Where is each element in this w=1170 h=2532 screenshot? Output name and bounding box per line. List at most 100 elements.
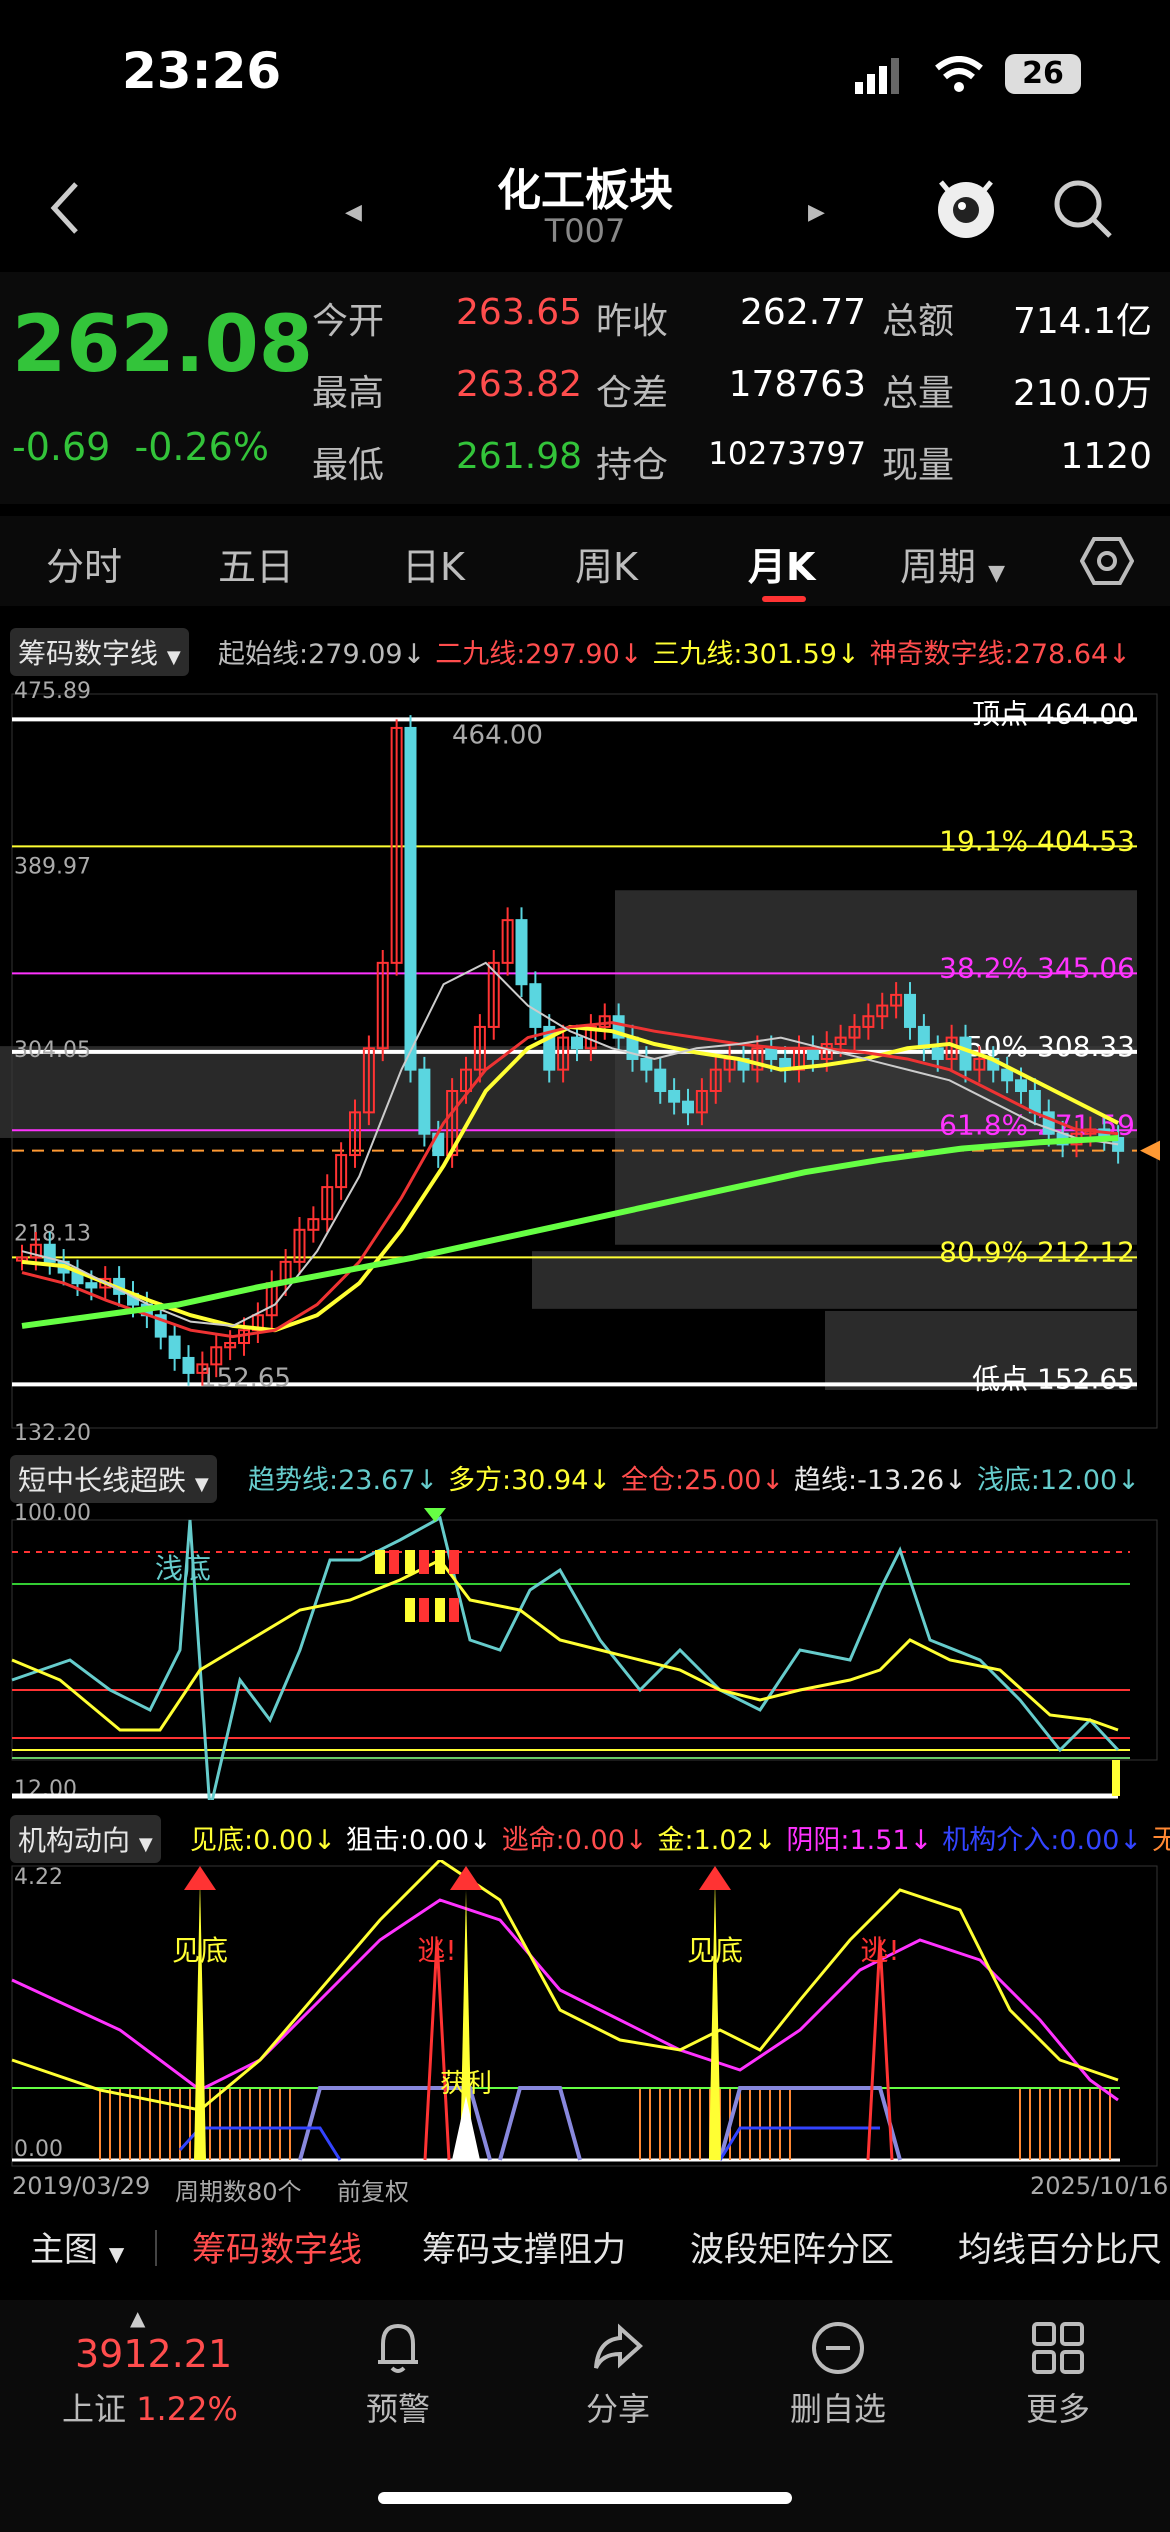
legend-item: 三九线:301.59↓ bbox=[652, 639, 860, 670]
legend-item: 起始线:279.09↓ bbox=[218, 639, 426, 670]
y-tick-label: 4.22 bbox=[14, 1865, 63, 1890]
legend-item: 逃命:0.00↓ bbox=[501, 1825, 648, 1856]
tab-minute[interactable]: 分时 bbox=[46, 536, 122, 591]
sub1-legend: 趋势线:23.67↓ 多方:30.94↓ 全仓:25.00↓ 趋线:-13.26↓ 浅底… bbox=[248, 1458, 1150, 1497]
divider bbox=[155, 2230, 157, 2266]
y-tick-label: 0.00 bbox=[14, 2137, 63, 2162]
candle bbox=[1001, 1068, 1014, 1082]
more-button[interactable]: 更多 bbox=[1018, 2320, 1098, 2430]
high-label: 464.00 bbox=[452, 720, 543, 750]
price-change: -0.69 -0.26% bbox=[12, 425, 269, 469]
share-button[interactable]: 分享 bbox=[578, 2320, 658, 2430]
signal-bar bbox=[435, 1598, 445, 1622]
share-label: 分享 bbox=[585, 2390, 650, 2428]
candle bbox=[640, 1057, 653, 1071]
legend-item: 多方:30.94↓ bbox=[448, 1465, 612, 1496]
y-tick-label: 100.00 bbox=[14, 1501, 91, 1526]
chevron-down-icon: ▼ bbox=[166, 647, 181, 668]
tab-wave-matrix[interactable]: 波段矩阵分区 bbox=[690, 2222, 894, 2271]
candle bbox=[515, 919, 528, 986]
sub1-chart[interactable]: 100.0012.00浅底 bbox=[0, 1500, 1170, 1800]
y-tick-label: 475.89 bbox=[14, 680, 91, 704]
legend-item: 二九线:297.90↓ bbox=[435, 639, 643, 670]
alert-label: 预警 bbox=[365, 2390, 430, 2428]
tab-chip-digit-line[interactable]: 筹码数字线 bbox=[192, 2222, 362, 2271]
index-value[interactable]: 3912.21 bbox=[75, 2332, 232, 2376]
quote-value: 1120 bbox=[1060, 436, 1152, 477]
axis-end-date: 2025/10/16 bbox=[1030, 2172, 1169, 2200]
next-arrow-icon[interactable]: ▶ bbox=[808, 200, 825, 225]
signal-icon bbox=[855, 58, 901, 98]
signal-bar bbox=[405, 1550, 415, 1574]
escape-tag: 逃! bbox=[860, 1934, 899, 1967]
remove-watchlist-button[interactable]: 删自选 bbox=[778, 2320, 898, 2430]
legend-item: 全仓:25.00↓ bbox=[621, 1465, 785, 1496]
battery-icon: 26 bbox=[1005, 54, 1081, 94]
bottom-tag: 见底 bbox=[172, 1934, 228, 1967]
purple-line bbox=[298, 2086, 902, 2161]
legend-item: 狙击:0.00↓ bbox=[345, 1825, 492, 1856]
candle bbox=[168, 1335, 181, 1359]
candle bbox=[85, 1282, 98, 1289]
tab-period[interactable]: 周期 ▼ bbox=[900, 536, 1005, 591]
quote-value: 261.98 bbox=[456, 436, 582, 477]
candle bbox=[529, 983, 542, 1028]
candle bbox=[806, 1047, 819, 1060]
axis-adjust: 前复权 bbox=[337, 2178, 409, 2206]
level-label: 低点 152.65 bbox=[972, 1362, 1135, 1395]
signal-bar bbox=[419, 1598, 429, 1622]
indicator-select-sub2[interactable]: 机构动向 ▼ bbox=[10, 1815, 161, 1863]
quote-label: 仓差 bbox=[596, 373, 669, 414]
legend-item: 见底:0.00↓ bbox=[190, 1825, 336, 1856]
mascot-icon[interactable] bbox=[935, 172, 997, 246]
bell-icon bbox=[378, 2323, 418, 2373]
level-label: 38.2% 345.06 bbox=[939, 951, 1135, 984]
index-name[interactable]: 上证 1.22% bbox=[62, 2384, 238, 2430]
level-label: 80.9% 212.12 bbox=[939, 1235, 1135, 1268]
indicator-select-main[interactable]: 筹码数字线 ▼ bbox=[10, 628, 189, 676]
tab-daily-k[interactable]: 日K bbox=[402, 536, 465, 591]
alert-button[interactable]: 预警 bbox=[358, 2320, 438, 2430]
tab-monthly-k[interactable]: 月K bbox=[748, 536, 815, 591]
grid-icon bbox=[1032, 2322, 1084, 2374]
chevron-down-icon: ▼ bbox=[138, 1834, 153, 1855]
signal-bar bbox=[449, 1550, 459, 1574]
sub2-legend: 见底:0.00↓ 狙击:0.00↓ 逃命:0.00↓ 金:1.02↓ 阴阳:1.51↓ 机… bbox=[190, 1818, 1170, 1857]
tab-main-chart[interactable]: 主图 ▼ bbox=[30, 2222, 124, 2271]
legend-item: 趋线:-13.26↓ bbox=[794, 1465, 967, 1496]
low-label: 152.65 bbox=[200, 1363, 291, 1393]
tab-chip-support[interactable]: 筹码支撑阻力 bbox=[422, 2222, 626, 2271]
tab-ma-percent[interactable]: 均线百分比尺 bbox=[958, 2222, 1162, 2271]
indicator-select-sub1[interactable]: 短中长线超跌 ▼ bbox=[10, 1455, 217, 1503]
home-indicator bbox=[378, 2492, 792, 2504]
nav-bar: ◀ 化工板块 T007 ▶ bbox=[0, 150, 1170, 270]
y-tick-label: 218.13 bbox=[14, 1221, 91, 1246]
axis-start-date: 2019/03/29 bbox=[12, 2172, 151, 2200]
y-tick-label: 304.05 bbox=[14, 1038, 91, 1063]
tab-weekly-k[interactable]: 周K bbox=[575, 536, 638, 591]
quote-value: 714.1亿 bbox=[1012, 301, 1152, 342]
active-tab-indicator bbox=[762, 596, 806, 602]
tab-five-day[interactable]: 五日 bbox=[218, 536, 294, 591]
candle bbox=[1015, 1079, 1027, 1092]
chevron-down-icon: ▼ bbox=[988, 561, 1006, 586]
period-tabs: 分时 五日 日K 周K 月K 周期 ▼ bbox=[0, 516, 1170, 606]
main-chart[interactable]: 顶点 464.0019.1% 404.5338.2% 345.0650% 308… bbox=[0, 680, 1170, 1440]
quote-value: 210.0万 bbox=[1012, 373, 1152, 414]
settings-hex-icon[interactable] bbox=[1079, 536, 1135, 590]
legend-item: 趋势线:23.67↓ bbox=[248, 1465, 439, 1496]
signal-bar bbox=[419, 1550, 429, 1574]
chevron-down-icon: ▼ bbox=[194, 1474, 209, 1495]
search-icon[interactable] bbox=[1052, 178, 1114, 244]
y-tick-label: 132.20 bbox=[14, 1421, 91, 1440]
candle bbox=[418, 1068, 431, 1135]
bottom-spike bbox=[709, 1880, 721, 2160]
signal-bar bbox=[375, 1550, 385, 1574]
sub2-chart[interactable]: 4.22 0.00 见底 见底 逃! 逃! 获利 bbox=[0, 1860, 1170, 2170]
quote-label: 最高 bbox=[312, 373, 385, 414]
quote-label: 总额 bbox=[882, 301, 955, 342]
quote-value: 263.65 bbox=[456, 292, 582, 333]
signal-bar bbox=[1112, 1760, 1120, 1796]
legend-item: 金:1.02↓ bbox=[657, 1825, 777, 1856]
signal-bar bbox=[435, 1550, 445, 1574]
